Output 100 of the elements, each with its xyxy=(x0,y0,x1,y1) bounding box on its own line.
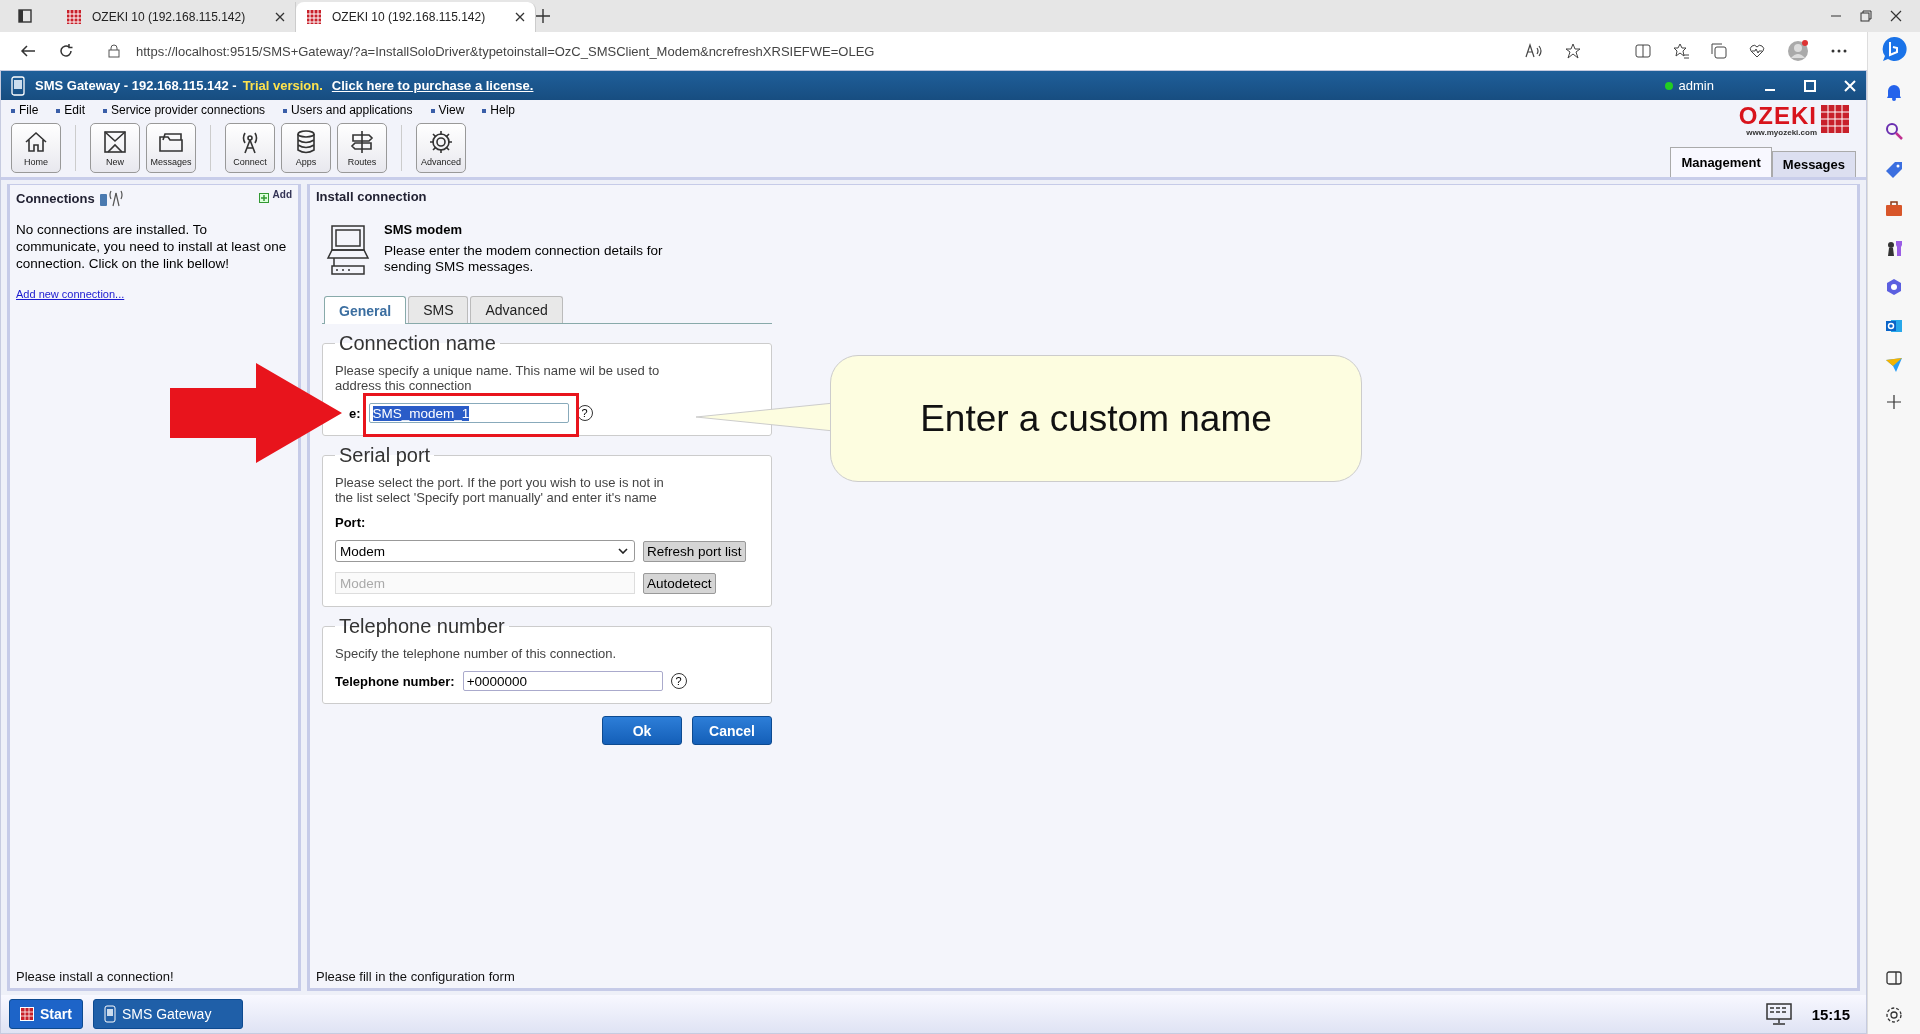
add-icon[interactable] xyxy=(258,193,269,203)
cancel-button[interactable]: Cancel xyxy=(692,716,772,745)
group-title: Connection name xyxy=(338,332,497,355)
item-description: Please enter the modem connection details for sending SMS messages. xyxy=(384,243,664,275)
hint-text: Specify the telephone number of this connection. xyxy=(335,646,618,661)
autodetect-button[interactable]: Autodetect xyxy=(643,572,716,594)
tab-title: OZEKI 10 (192.168.115.142) xyxy=(92,10,247,24)
chess-pieces-icon[interactable] xyxy=(1885,239,1903,257)
trial-label: Trial version. xyxy=(242,78,323,93)
view-tab[interactable]: Management xyxy=(1670,147,1772,177)
chat-icon[interactable] xyxy=(1881,36,1907,62)
new-tab-icon[interactable] xyxy=(536,9,550,23)
group-title: Serial port xyxy=(338,444,432,467)
field-label: Telephone number: xyxy=(335,673,455,689)
envelope-icon xyxy=(102,129,128,155)
heart-pulse-icon[interactable] xyxy=(1749,43,1765,59)
view-tab[interactable]: Messages xyxy=(1771,151,1856,177)
more-icon[interactable] xyxy=(1831,49,1847,53)
clock: 15:15 xyxy=(1811,1005,1850,1023)
toolbar-button[interactable]: Messages xyxy=(146,123,196,173)
menu-item[interactable]: File xyxy=(11,103,39,117)
briefcase-icon[interactable] xyxy=(1885,200,1903,218)
back-icon[interactable] xyxy=(20,43,36,59)
close-icon[interactable] xyxy=(1890,10,1902,22)
collections-icon[interactable] xyxy=(1711,43,1727,59)
callout-text: Enter a custom name xyxy=(920,397,1272,440)
panel-title: Install connection xyxy=(316,189,428,204)
gear-icon xyxy=(428,129,454,155)
close-icon[interactable] xyxy=(515,12,525,22)
toolbar-button[interactable]: Home xyxy=(11,123,61,173)
monitor-icon[interactable] xyxy=(1765,1003,1792,1025)
menu-item[interactable]: Users and applications xyxy=(283,103,413,117)
phone-icon xyxy=(11,75,25,96)
field-label: Port: xyxy=(335,515,367,530)
status-text: Please install a connection! xyxy=(16,969,175,984)
paper-plane-icon[interactable] xyxy=(1885,356,1903,374)
taskbar-app-button[interactable]: SMS Gateway xyxy=(92,999,243,1029)
start-button[interactable]: Start xyxy=(9,999,83,1029)
star-icon[interactable] xyxy=(1565,43,1581,59)
toolbar-button[interactable]: New xyxy=(90,123,140,173)
form-tab[interactable]: Advanced xyxy=(470,296,563,323)
house-icon xyxy=(23,129,49,155)
status-text: Please fill in the configuration form xyxy=(316,969,516,984)
menu-item[interactable]: Edit xyxy=(56,103,86,117)
hexagon-app-icon[interactable] xyxy=(1885,278,1903,296)
toolbar-button[interactable]: Routes xyxy=(337,123,387,173)
refresh-port-button[interactable]: Refresh port list xyxy=(643,540,746,562)
hint-text: Please select the port. If the port you wish to use is not in the list select 'Specify port manually' and enter it's name xyxy=(335,475,665,505)
add-connection-link[interactable]: Add new connection... xyxy=(16,288,292,300)
group-title: Telephone number xyxy=(338,615,506,638)
toolbar-button[interactable]: Apps xyxy=(281,123,331,173)
signpost-icon xyxy=(349,129,375,155)
purchase-link[interactable]: Click here to purchase a license. xyxy=(331,78,534,93)
lock-icon xyxy=(108,44,120,58)
phone-antenna-icon xyxy=(98,189,123,207)
tab-title: OZEKI 10 (192.168.115.142) xyxy=(332,10,487,24)
name-field[interactable]: SMS_modem_1 xyxy=(368,403,569,423)
grid-favicon-icon xyxy=(66,9,82,25)
menu-item[interactable]: Service provider connections xyxy=(103,103,266,117)
tab-actions-icon[interactable] xyxy=(18,9,32,23)
grid-favicon-icon xyxy=(306,9,322,25)
item-title: SMS modem xyxy=(384,222,463,237)
field-label: e: xyxy=(349,405,361,421)
chevron-down-icon xyxy=(618,548,628,554)
toolbar-button[interactable]: Advanced xyxy=(416,123,466,173)
form-tab[interactable]: SMS xyxy=(408,296,469,323)
tag-icon[interactable] xyxy=(1885,161,1903,179)
read-aloud-icon[interactable] xyxy=(1525,43,1543,59)
restore-icon[interactable] xyxy=(1860,10,1872,22)
search-icon[interactable] xyxy=(1885,122,1903,140)
maximize-icon[interactable] xyxy=(1804,79,1816,92)
empty-message: No connections are installed. To communicate, you need to install at least one connection. Click on the link bellow! xyxy=(16,221,288,272)
browser-tab[interactable]: OZEKI 10 (192.168.115.142) xyxy=(296,2,536,32)
phone-icon xyxy=(103,1005,116,1023)
settings-icon[interactable] xyxy=(1885,1006,1903,1024)
add-icon[interactable] xyxy=(1887,395,1901,409)
grid-icon xyxy=(20,1007,34,1021)
laptop-modem-icon xyxy=(324,222,372,278)
sidebar-toggle-icon[interactable] xyxy=(1886,971,1902,985)
bell-icon[interactable] xyxy=(1885,83,1903,101)
form-tab[interactable]: General xyxy=(324,296,407,324)
ok-button[interactable]: Ok xyxy=(602,716,682,745)
menu-item[interactable]: View xyxy=(430,103,465,117)
hint-text: Please specify a unique name. This name wil be used to address this connection xyxy=(335,363,661,393)
avatar-icon[interactable] xyxy=(1787,40,1809,62)
port-dropdown[interactable]: Modem xyxy=(335,540,635,562)
menu-item[interactable]: Help xyxy=(482,103,515,117)
panel-title: Connections xyxy=(16,190,95,206)
status-dot-icon xyxy=(1664,81,1673,90)
app-title: SMS Gateway - 192.168.115.142 - xyxy=(35,78,237,93)
mail-app-icon[interactable] xyxy=(1885,317,1903,335)
refresh-icon[interactable] xyxy=(58,43,74,59)
close-icon[interactable] xyxy=(275,12,285,22)
ozeki-logo[interactable]: OZEKI www.myozeki.com xyxy=(1738,104,1850,137)
user-name[interactable]: admin xyxy=(1678,78,1714,93)
split-screen-icon[interactable] xyxy=(1635,43,1651,59)
add-link[interactable]: Add xyxy=(272,189,292,200)
telephone-field[interactable]: +0000000 xyxy=(462,671,663,691)
toolbar-button[interactable]: Connect xyxy=(225,123,275,173)
favorites-icon[interactable] xyxy=(1673,43,1689,59)
